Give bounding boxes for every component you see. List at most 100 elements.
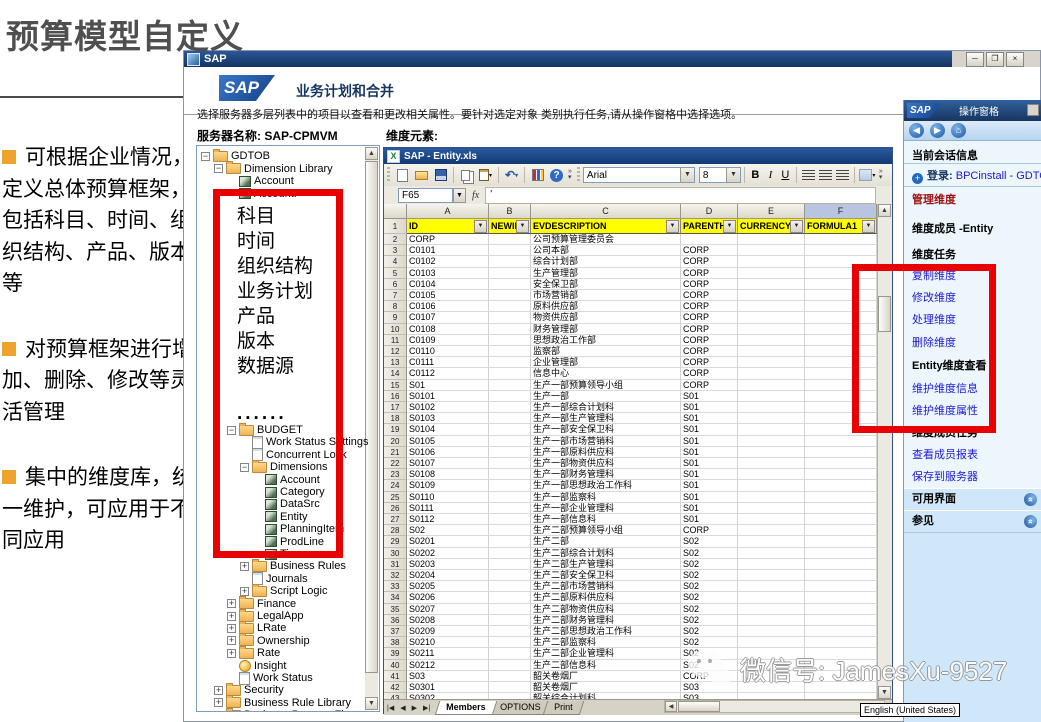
grid-cell[interactable]	[805, 637, 877, 648]
grid-cell[interactable]	[738, 324, 805, 335]
align-center-button[interactable]	[819, 170, 832, 180]
grid-cell[interactable]	[489, 503, 531, 514]
grid-cell[interactable]	[738, 256, 805, 267]
tree-item[interactable]: −Dimension Library	[214, 163, 333, 175]
grid-cell[interactable]: S01	[681, 503, 738, 514]
grid-cell[interactable]	[489, 290, 531, 301]
grid-cell[interactable]: CORP	[681, 380, 738, 391]
filter-dropdown-icon[interactable]: ▼	[862, 220, 875, 233]
grid-cell[interactable]	[805, 503, 877, 514]
table-row[interactable]: 10C0108财务管理部CORP	[384, 324, 877, 335]
row-number[interactable]: 10	[384, 324, 407, 335]
table-row[interactable]: 8C0106原料供应部CORP	[384, 301, 877, 312]
scroll-up-icon[interactable]: ▲	[878, 204, 891, 217]
row-number[interactable]: 1	[384, 219, 407, 234]
grid-cell[interactable]: 物资供应部	[531, 312, 681, 323]
grid-cell[interactable]	[805, 447, 877, 458]
grid-cell[interactable]	[738, 548, 805, 559]
grid-cell[interactable]: S0211	[407, 648, 489, 659]
row-number[interactable]: 23	[384, 469, 407, 480]
close-button[interactable]: ×	[1006, 52, 1024, 67]
header-cell[interactable]: NEWID▼	[489, 219, 531, 234]
table-row[interactable]: 21S0106生产一部原料供应科S01	[384, 447, 877, 458]
row-number[interactable]: 32	[384, 570, 407, 581]
next-sheet-icon[interactable]: ▶	[412, 704, 417, 712]
grid-cell[interactable]: C0106	[407, 301, 489, 312]
back-icon[interactable]: ◀	[909, 123, 924, 138]
new-file-button[interactable]	[394, 167, 411, 183]
grid-cell[interactable]	[805, 234, 877, 245]
row-number[interactable]: 16	[384, 391, 407, 402]
row-number[interactable]: 42	[384, 682, 407, 693]
grid-cell[interactable]: S0201	[407, 536, 489, 547]
grid-cell[interactable]: 生产一部生产管理科	[531, 413, 681, 424]
expand-icon[interactable]: +	[227, 612, 236, 621]
grid-cell[interactable]: C0110	[407, 346, 489, 357]
grid-cell[interactable]: CORP	[681, 346, 738, 357]
pane-section-band[interactable]: 参见«	[904, 510, 1041, 533]
grid-cell[interactable]	[489, 234, 531, 245]
grid-cell[interactable]: 生产二部财务管理科	[531, 615, 681, 626]
grid-cell[interactable]	[738, 570, 805, 581]
table-row[interactable]: 37S0209生产二部思想政治工作科S02	[384, 626, 877, 637]
tree-item[interactable]: −GDTOB	[201, 150, 270, 162]
tree-item[interactable]: +Business Rules	[240, 560, 346, 572]
grid-cell[interactable]: 信息中心	[531, 368, 681, 379]
row-number[interactable]: 20	[384, 436, 407, 447]
grid-cell[interactable]	[805, 480, 877, 491]
filter-dropdown-icon[interactable]: ▼	[516, 220, 529, 233]
grid-cell[interactable]	[489, 480, 531, 491]
table-row[interactable]: 6C0104安全保卫部CORP	[384, 279, 877, 290]
grid-cell[interactable]: 生产二部监察科	[531, 637, 681, 648]
grid-cell[interactable]	[738, 290, 805, 301]
scroll-down-icon[interactable]: ▼	[365, 697, 378, 710]
grid-cell[interactable]	[489, 391, 531, 402]
grid-cell[interactable]: 生产一部企业管理科	[531, 503, 681, 514]
grid-cell[interactable]	[489, 447, 531, 458]
grid-cell[interactable]: 生产二部综合计划科	[531, 548, 681, 559]
grid-cell[interactable]: S01	[681, 436, 738, 447]
table-row[interactable]: 33S0205生产二部市场营销科S02	[384, 581, 877, 592]
grid-cell[interactable]	[489, 637, 531, 648]
grid-cell[interactable]: S0103	[407, 413, 489, 424]
grid-cell[interactable]: 生产一部	[531, 391, 681, 402]
table-row[interactable]: 18S0103生产一部生产管理科S01	[384, 413, 877, 424]
minimize-button[interactable]: ─	[966, 52, 984, 67]
grid-cell[interactable]	[489, 548, 531, 559]
grid-cell[interactable]: S02	[681, 536, 738, 547]
grid-cell[interactable]: C0107	[407, 312, 489, 323]
grid-cell[interactable]	[738, 245, 805, 256]
restore-button[interactable]: ❐	[986, 52, 1004, 67]
collapse-chevron-icon[interactable]: «	[1024, 493, 1037, 506]
row-number[interactable]: 36	[384, 615, 407, 626]
grid-cell[interactable]: S0212	[407, 660, 489, 671]
grid-cell[interactable]: CORP	[681, 368, 738, 379]
column-header-B[interactable]: B	[489, 204, 531, 219]
table-row[interactable]: 32S0204生产二部安全保卫科S02	[384, 570, 877, 581]
grid-cell[interactable]	[738, 346, 805, 357]
align-left-button[interactable]	[802, 170, 815, 180]
window-titlebar[interactable]: SAP ─ ❐ ×	[184, 51, 1040, 67]
grid-cell[interactable]	[805, 536, 877, 547]
expand-icon[interactable]: +	[214, 698, 223, 707]
grid-cell[interactable]: CORP	[681, 301, 738, 312]
expand-icon[interactable]: +	[227, 649, 236, 658]
grid-cell[interactable]: 生产二部预算领导小组	[531, 525, 681, 536]
grid-cell[interactable]: CORP	[681, 268, 738, 279]
grid-cell[interactable]: 生产一部财务管理科	[531, 469, 681, 480]
grid-cell[interactable]	[681, 234, 738, 245]
grid-cell[interactable]: S03	[407, 671, 489, 682]
grid-cell[interactable]: 生产二部	[531, 536, 681, 547]
grid-cell[interactable]: 生产管理部	[531, 268, 681, 279]
row-number[interactable]: 8	[384, 301, 407, 312]
filter-dropdown-icon[interactable]: ▼	[666, 220, 679, 233]
grid-cell[interactable]: CORP	[681, 525, 738, 536]
table-row[interactable]: 7C0105市场营销部CORP	[384, 290, 877, 301]
expand-plus-icon[interactable]: +	[912, 173, 923, 184]
grid-cell[interactable]	[805, 604, 877, 615]
grid-cell[interactable]: S0110	[407, 492, 489, 503]
header-cell[interactable]: EVDESCRIPTION▼	[531, 219, 681, 234]
grid-cell[interactable]: 生产一部预算领导小组	[531, 380, 681, 391]
toolbar-overflow-icon[interactable]: »▾	[879, 169, 883, 181]
header-cell[interactable]: ID▼	[407, 219, 489, 234]
